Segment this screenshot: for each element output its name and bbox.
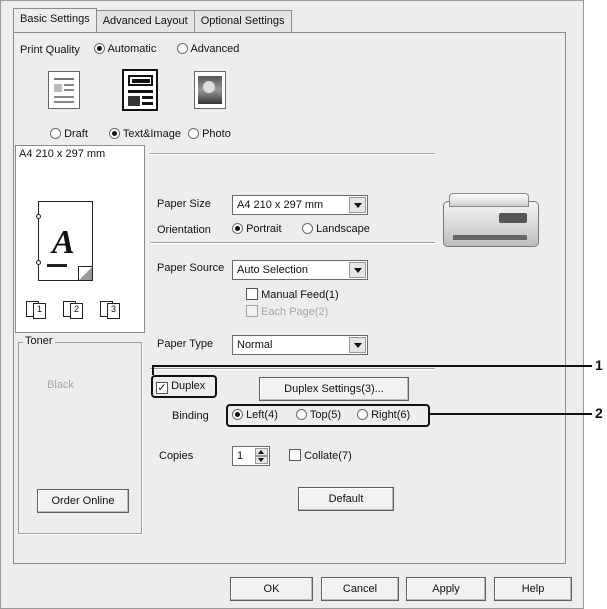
paper-type-label: Paper Type xyxy=(157,338,214,350)
spin-up-icon[interactable] xyxy=(255,448,268,456)
orientation-label: Orientation xyxy=(157,224,211,236)
orientation-portrait-label: Portrait xyxy=(246,223,282,235)
copies-stepper[interactable]: 1 xyxy=(232,446,270,466)
binding-label: Binding xyxy=(172,410,209,422)
chevron-down-icon[interactable] xyxy=(349,262,366,278)
binding-top-label: Top(5) xyxy=(309,409,342,421)
chevron-down-icon[interactable] xyxy=(349,337,366,353)
paper-type-dropdown[interactable]: Normal xyxy=(232,335,368,355)
photo-document-icon[interactable] xyxy=(194,71,226,109)
radio-icon xyxy=(296,409,307,420)
print-quality-label: Print Quality xyxy=(20,44,80,56)
help-button[interactable]: Help xyxy=(494,577,572,601)
printer-properties-dialog: Basic Settings Advanced Layout Optional … xyxy=(0,0,584,609)
orientation-portrait-option[interactable]: Portrait xyxy=(232,223,282,235)
radio-icon xyxy=(302,223,313,234)
callout-1-number: 1 xyxy=(595,357,603,373)
mode-photo-option[interactable]: Photo xyxy=(188,128,231,140)
toner-group: Toner Black Order Online xyxy=(18,335,142,534)
draft-document-icon[interactable] xyxy=(48,71,80,109)
duplex-option[interactable]: ✓ Duplex xyxy=(156,380,205,394)
paper-type-value: Normal xyxy=(237,339,273,351)
preview-paper-size: A4 210 x 297 mm xyxy=(19,148,106,160)
binding-top-option[interactable]: Top(5) xyxy=(296,409,341,421)
collate-label: Collate(7) xyxy=(304,450,352,462)
each-page-label: Each Page(2) xyxy=(261,306,329,318)
default-button[interactable]: Default xyxy=(298,487,394,511)
radio-icon xyxy=(232,409,243,420)
tab-bar: Basic Settings Advanced Layout Optional … xyxy=(13,8,292,32)
printer-image xyxy=(437,191,549,255)
orientation-landscape-label: Landscape xyxy=(316,223,370,235)
quality-advanced-label: Advanced xyxy=(190,43,240,55)
callout-1-connector xyxy=(152,365,154,375)
quality-advanced-option[interactable]: Advanced xyxy=(177,43,239,55)
checkbox-icon xyxy=(289,449,301,461)
tab-basic-settings[interactable]: Basic Settings xyxy=(13,8,97,32)
paper-size-dropdown[interactable]: A4 210 x 297 mm xyxy=(232,195,368,215)
copies-label: Copies xyxy=(159,450,194,462)
paper-source-value: Auto Selection xyxy=(237,264,308,276)
checkbox-icon xyxy=(246,305,258,317)
copies-value: 1 xyxy=(237,450,244,462)
radio-icon xyxy=(177,43,188,54)
radio-icon xyxy=(357,409,368,420)
radio-icon xyxy=(232,223,243,234)
spin-down-icon[interactable] xyxy=(255,456,268,464)
duplex-label: Duplex xyxy=(171,380,206,392)
quality-automatic-option[interactable]: Automatic xyxy=(94,43,156,55)
divider xyxy=(150,153,435,155)
preview-page-icon: A xyxy=(36,201,93,281)
cancel-button[interactable]: Cancel xyxy=(321,577,399,601)
paper-source-label: Paper Source xyxy=(157,262,225,274)
tab-optional-settings[interactable]: Optional Settings xyxy=(193,10,292,32)
collate-option[interactable]: Collate(7) xyxy=(289,449,352,462)
paper-size-value: A4 210 x 297 mm xyxy=(237,199,324,211)
radio-icon xyxy=(188,128,199,139)
radio-icon xyxy=(94,43,105,54)
mode-draft-label: Draft xyxy=(64,128,88,140)
text-image-document-icon[interactable] xyxy=(122,69,158,111)
tab-advanced-layout[interactable]: Advanced Layout xyxy=(95,10,195,32)
callout-1-line xyxy=(152,365,592,367)
paper-preview: A4 210 x 297 mm A 1 2 3 xyxy=(15,145,145,333)
radio-icon xyxy=(109,128,120,139)
apply-button[interactable]: Apply xyxy=(406,577,486,601)
binding-right-option[interactable]: Right(6) xyxy=(357,409,410,421)
divider xyxy=(150,242,435,244)
mode-photo-label: Photo xyxy=(202,128,231,140)
paper-size-label: Paper Size xyxy=(157,198,211,210)
callout-2-number: 2 xyxy=(595,405,603,421)
quality-automatic-label: Automatic xyxy=(107,43,157,55)
binding-right-label: Right(6) xyxy=(371,409,411,421)
mode-draft-option[interactable]: Draft xyxy=(50,128,88,140)
duplex-pages-icon: 1 2 3 xyxy=(26,301,134,319)
paper-source-dropdown[interactable]: Auto Selection xyxy=(232,260,368,280)
divider xyxy=(150,368,435,370)
mode-text-image-option[interactable]: Text&Image xyxy=(109,128,181,140)
each-page-option: Each Page(2) xyxy=(246,305,328,318)
callout-2-line xyxy=(428,413,592,415)
preview-letter: A xyxy=(52,224,75,261)
mode-text-image-label: Text&Image xyxy=(122,128,181,140)
radio-icon xyxy=(50,128,61,139)
order-online-button[interactable]: Order Online xyxy=(37,489,129,513)
binding-left-label: Left(4) xyxy=(246,409,278,421)
binding-left-option[interactable]: Left(4) xyxy=(232,409,278,421)
manual-feed-option[interactable]: Manual Feed(1) xyxy=(246,288,339,301)
orientation-landscape-option[interactable]: Landscape xyxy=(302,223,370,235)
ok-button[interactable]: OK xyxy=(230,577,313,601)
checkbox-icon: ✓ xyxy=(156,382,168,394)
toner-legend: Toner xyxy=(23,335,55,347)
checkbox-icon xyxy=(246,288,258,300)
manual-feed-label: Manual Feed(1) xyxy=(261,289,339,301)
duplex-settings-button[interactable]: Duplex Settings(3)... xyxy=(259,377,409,401)
basic-settings-panel: Print Quality Automatic Advanced Draft T… xyxy=(13,32,566,564)
chevron-down-icon[interactable] xyxy=(349,197,366,213)
toner-color-label: Black xyxy=(47,379,74,391)
